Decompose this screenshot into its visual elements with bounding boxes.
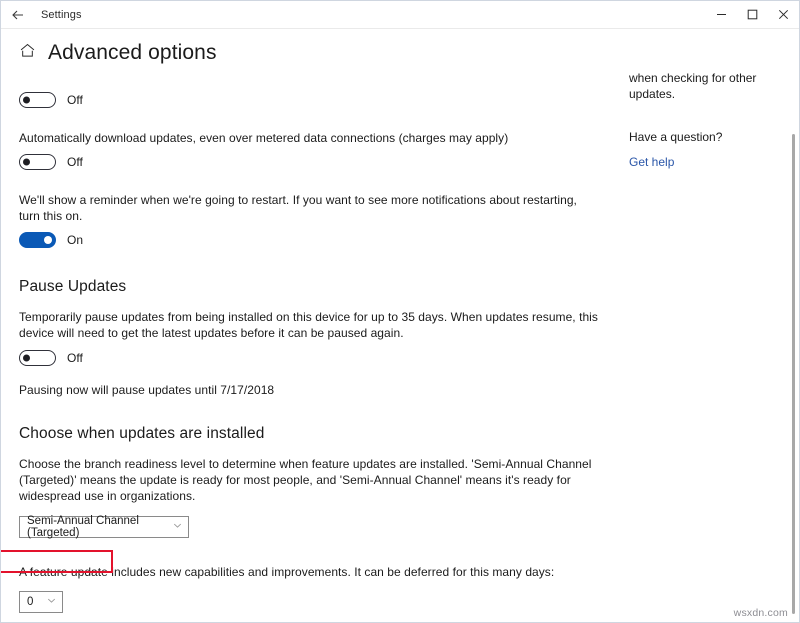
choose-when-heading: Choose when updates are installed [19, 425, 619, 443]
chevron-down-icon [173, 521, 182, 533]
window-title: Settings [41, 9, 82, 21]
get-help-link[interactable]: Get help [629, 155, 674, 169]
page-body: Advanced options Off Automatically downl… [1, 29, 799, 623]
pause-updates-toggle[interactable] [19, 350, 56, 366]
maximize-icon [747, 9, 758, 20]
metered-toggle-label: Off [67, 155, 83, 169]
feature-deferral-value: 0 [27, 596, 33, 608]
scrollbar-thumb[interactable] [792, 134, 795, 614]
pause-updates-toggle-row[interactable]: Off [19, 350, 619, 366]
metered-description: Automatically download updates, even ove… [19, 130, 599, 146]
close-icon [778, 9, 789, 20]
window-controls [706, 1, 799, 28]
maximize-button[interactable] [737, 1, 768, 28]
minimize-icon [716, 9, 727, 20]
branch-readiness-dropdown[interactable]: Semi-Annual Channel (Targeted) [19, 516, 189, 538]
pause-updates-description: Temporarily pause updates from being ins… [19, 309, 599, 341]
watermark: wsxdn.com [734, 607, 788, 619]
feature-deferral-dropdown[interactable]: 0 [19, 591, 63, 613]
close-button[interactable] [768, 1, 799, 28]
restart-reminder-toggle-label: On [67, 233, 83, 247]
pause-updates-toggle-label: Off [67, 351, 83, 365]
top-setting-toggle-label: Off [67, 93, 83, 107]
restart-reminder-toggle-row[interactable]: On [19, 232, 619, 248]
metered-toggle-row[interactable]: Off [19, 154, 619, 170]
feature-deferral-description: A feature update includes new capabiliti… [19, 564, 599, 580]
restart-reminder-description: We'll show a reminder when we're going t… [19, 192, 599, 224]
back-button[interactable] [1, 1, 35, 28]
rail-question-heading: Have a question? [629, 130, 779, 144]
back-arrow-icon [11, 8, 25, 22]
pause-updates-heading: Pause Updates [19, 278, 619, 296]
branch-readiness-value: Semi-Annual Channel (Targeted) [27, 515, 165, 539]
settings-window: Settings [0, 0, 800, 623]
pause-updates-note: Pausing now will pause updates until 7/1… [19, 382, 599, 398]
clipped-description [19, 73, 619, 87]
rail-clipped-text: when checking for other updates. [629, 70, 779, 102]
choose-when-description: Choose the branch readiness level to det… [19, 456, 599, 504]
top-setting-toggle-row[interactable]: Off [19, 92, 619, 108]
restart-reminder-toggle[interactable] [19, 232, 56, 248]
top-setting-toggle[interactable] [19, 92, 56, 108]
right-rail: when checking for other updates. Have a … [629, 29, 779, 171]
minimize-button[interactable] [706, 1, 737, 28]
main-content: Off Automatically download updates, even… [19, 29, 619, 623]
chevron-down-icon [47, 596, 56, 608]
metered-toggle[interactable] [19, 154, 56, 170]
title-bar: Settings [1, 1, 799, 29]
vertical-scrollbar[interactable] [789, 56, 798, 623]
